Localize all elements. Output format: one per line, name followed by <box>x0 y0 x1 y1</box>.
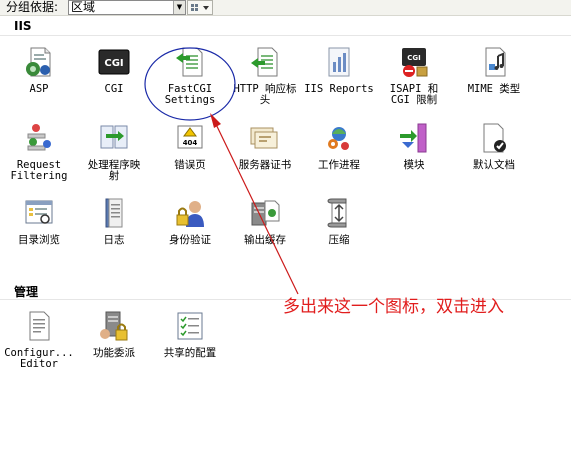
feature-label: 模块 <box>403 159 425 171</box>
isapi-restrictions-icon: CGI <box>402 48 428 77</box>
error-code-text: 404 <box>183 139 198 147</box>
feature-feature-delegation[interactable]: 功能委派 <box>76 310 152 359</box>
modules-icon <box>400 123 427 153</box>
feature-label: 输出缓存 <box>244 234 286 246</box>
view-grid-icon <box>191 4 209 11</box>
feature-default-document[interactable]: 默认文档 <box>456 122 532 171</box>
compression-icon <box>327 198 347 228</box>
shared-config-icon <box>177 312 203 340</box>
error-page-icon: 404 <box>177 125 203 149</box>
group-by-toolbar: 分组依据: 区域 ▼ <box>0 0 571 16</box>
feature-worker-processes[interactable]: 工作进程 <box>301 122 377 171</box>
feature-error-pages[interactable]: 404 错误页 <box>152 122 228 171</box>
feature-logging[interactable]: 日志 <box>76 197 152 246</box>
certificates-icon <box>250 127 278 149</box>
http-headers-icon <box>251 47 278 77</box>
view-mode-button[interactable] <box>187 0 213 15</box>
feature-label: 处理程序映 射 <box>87 159 141 182</box>
feature-handler-mappings[interactable]: 处理程序映 射 <box>76 122 152 182</box>
feature-label: 功能委派 <box>93 347 135 359</box>
feature-compression[interactable]: 压缩 <box>301 197 377 246</box>
feature-request-filtering[interactable]: Request Filtering <box>1 122 77 182</box>
feature-server-certificates[interactable]: 服务器证书 <box>227 122 303 171</box>
feature-label: 共享的配置 <box>163 347 217 359</box>
request-filtering-icon <box>27 124 51 151</box>
feature-mime-types[interactable]: MIME 类型 <box>456 46 532 95</box>
isapi-icon-text: CGI <box>407 54 421 62</box>
directory-browsing-icon <box>25 200 53 224</box>
feature-authentication[interactable]: 身份验证 <box>152 197 228 246</box>
logging-icon <box>105 198 123 228</box>
feature-label: Request Filtering <box>10 159 68 182</box>
group-by-value: 区域 <box>71 0 96 14</box>
feature-cgi[interactable]: CGI CGI <box>76 46 152 95</box>
feature-configuration-editor[interactable]: Configur... Editor <box>1 310 77 370</box>
group-by-select[interactable]: 区域 ▼ <box>68 0 186 15</box>
handler-mappings-icon <box>100 125 128 149</box>
section-title-iis: IIS <box>14 19 32 33</box>
feature-label: CGI <box>104 83 124 95</box>
feature-shared-configuration[interactable]: 共享的配置 <box>152 310 228 359</box>
authentication-icon <box>176 201 204 227</box>
cgi-icon: CGI <box>98 49 130 75</box>
feature-output-caching[interactable]: 输出缓存 <box>227 197 303 246</box>
feature-label: HTTP 响应标 头 <box>233 83 297 106</box>
feature-label: 压缩 <box>328 234 350 246</box>
config-editor-icon <box>29 311 50 341</box>
feature-label: 目录浏览 <box>18 234 60 246</box>
feature-http-response-headers[interactable]: HTTP 响应标 头 <box>227 46 303 106</box>
feature-label: 工作进程 <box>318 159 360 171</box>
default-document-icon <box>483 123 506 153</box>
feature-label: IIS Reports <box>304 83 374 95</box>
section-divider <box>0 35 571 36</box>
reports-icon <box>328 47 350 77</box>
worker-process-icon <box>328 127 349 150</box>
feature-label: ASP <box>29 83 49 95</box>
group-by-label: 分组依据: <box>6 0 59 14</box>
asp-icon <box>26 47 51 77</box>
annotation-text: 多出来这一个图标，双击进入 <box>283 297 504 317</box>
feature-label: 日志 <box>103 234 125 246</box>
feature-label: ISAPI 和 CGI 限制 <box>389 83 439 106</box>
section-title-manage: 管理 <box>14 285 39 299</box>
feature-label: MIME 类型 <box>467 83 521 95</box>
feature-label: FastCGI Settings <box>164 83 216 106</box>
feature-asp[interactable]: ASP <box>1 46 77 95</box>
feature-directory-browsing[interactable]: 目录浏览 <box>1 197 77 246</box>
feature-fastcgi-settings[interactable]: FastCGI Settings <box>152 46 228 106</box>
feature-label: Configur... Editor <box>4 347 74 370</box>
feature-label: 身份验证 <box>169 234 211 246</box>
feature-label: 服务器证书 <box>238 159 292 171</box>
feature-delegation-icon <box>100 311 128 341</box>
output-caching-icon <box>251 200 280 226</box>
feature-label: 错误页 <box>174 159 206 171</box>
mime-icon <box>485 47 506 77</box>
fastcgi-icon <box>176 47 203 77</box>
feature-modules[interactable]: 模块 <box>376 122 452 171</box>
feature-label: 默认文档 <box>473 159 515 171</box>
feature-iis-reports[interactable]: IIS Reports <box>301 46 377 95</box>
chevron-down-icon[interactable]: ▼ <box>173 1 185 14</box>
feature-isapi-cgi-restrictions[interactable]: CGI ISAPI 和 CGI 限制 <box>376 46 452 106</box>
cgi-icon-text: CGI <box>104 58 123 69</box>
